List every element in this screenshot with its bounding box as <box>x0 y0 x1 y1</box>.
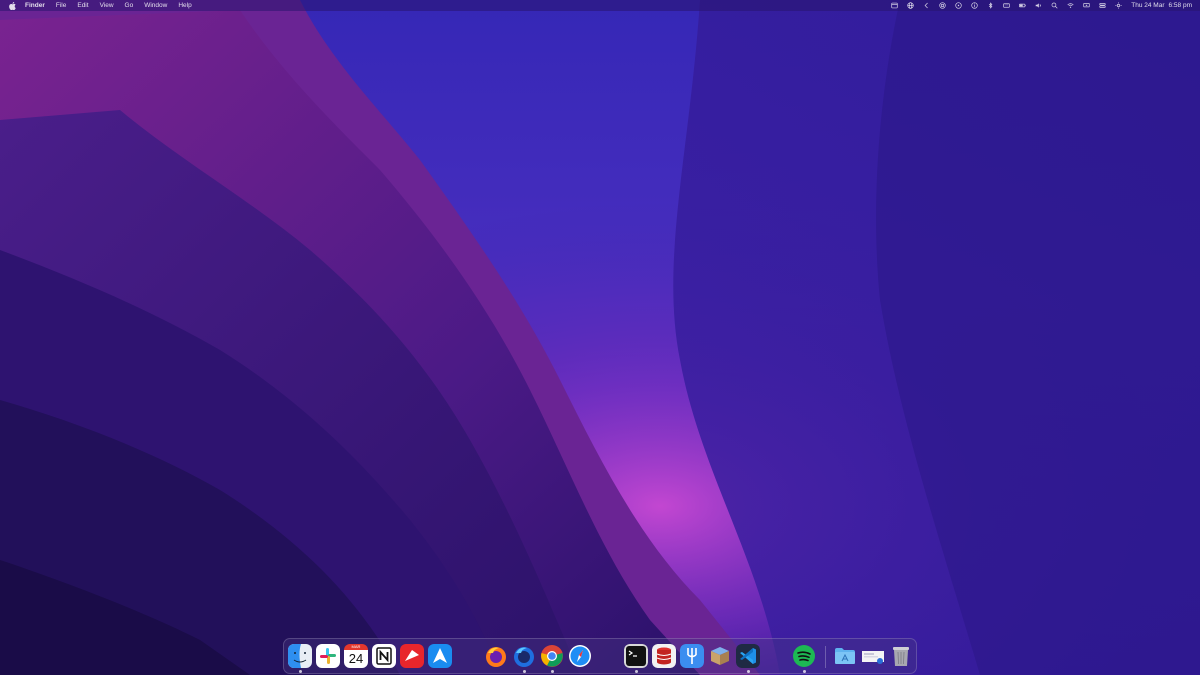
dock-arrow-app-icon[interactable] <box>428 644 452 668</box>
battery-icon[interactable] <box>1019 2 1026 9</box>
menu-clock[interactable]: Thu 24 Mar 6:58 pm <box>1131 2 1192 9</box>
dock-trash-icon[interactable] <box>889 644 913 668</box>
dock-running-indicator <box>635 670 638 673</box>
clock-time: 6:58 pm <box>1168 2 1193 9</box>
dock-terminal-icon[interactable] <box>624 644 648 668</box>
circle-dot-icon[interactable] <box>955 2 962 9</box>
dock-archive-utility-icon[interactable] <box>708 644 732 668</box>
dock-running-indicator <box>551 670 554 673</box>
dock-running-indicator <box>803 670 806 673</box>
dock-notion-icon[interactable] <box>372 644 396 668</box>
info-icon[interactable] <box>971 2 978 9</box>
keyboard-icon[interactable] <box>1003 2 1011 9</box>
display-icon[interactable] <box>1083 2 1090 9</box>
dock-vscode-icon[interactable] <box>736 644 760 668</box>
brightness-icon[interactable] <box>1115 2 1122 9</box>
dock-applications-folder-icon[interactable] <box>833 644 857 668</box>
bluetooth-icon[interactable] <box>987 2 994 9</box>
dock-calendar-icon[interactable]: MAR 24 <box>344 644 368 668</box>
volume-icon[interactable] <box>1035 2 1042 9</box>
menu-window[interactable]: Window <box>144 2 167 9</box>
chevron-left-icon[interactable] <box>923 2 930 9</box>
menu-edit[interactable]: Edit <box>77 2 88 9</box>
globe-icon[interactable] <box>907 2 914 9</box>
menu-view[interactable]: View <box>100 2 114 9</box>
menu-go[interactable]: Go <box>125 2 134 9</box>
target-icon[interactable] <box>939 2 946 9</box>
clock-date: Thu 24 Mar <box>1131 2 1165 9</box>
search-icon[interactable] <box>1051 2 1058 9</box>
dock-database-app-icon[interactable] <box>652 644 676 668</box>
apple-menu-icon[interactable] <box>9 1 16 10</box>
dock-chrome-icon[interactable] <box>540 644 564 668</box>
desktop-wallpaper <box>0 0 1200 675</box>
wifi-icon[interactable] <box>1067 2 1074 9</box>
dock-safari-icon[interactable] <box>568 644 592 668</box>
dock: MAR 24 <box>283 638 917 674</box>
dock-finder-icon[interactable] <box>288 644 312 668</box>
dock-fork-icon[interactable] <box>680 644 704 668</box>
calendar-day: 24 <box>344 650 368 668</box>
menu-file[interactable]: File <box>56 2 66 9</box>
menu-bar: Finder File Edit View Go Window Help Thu… <box>0 0 1200 11</box>
dock-running-indicator <box>299 670 302 673</box>
dock-firefox-developer-icon[interactable] <box>512 644 536 668</box>
dock-slack-icon[interactable] <box>316 644 340 668</box>
dock-downloads-stack-icon[interactable] <box>861 644 885 668</box>
calendar-icon[interactable] <box>891 2 898 9</box>
dock-running-indicator <box>523 670 526 673</box>
menu-help[interactable]: Help <box>178 2 191 9</box>
menu-app-name[interactable]: Finder <box>25 2 45 9</box>
dock-spotify-icon[interactable] <box>792 644 816 668</box>
dock-separator <box>825 646 826 668</box>
dock-mail-app-icon[interactable] <box>400 644 424 668</box>
dock-firefox-icon[interactable] <box>484 644 508 668</box>
control-center-icon[interactable] <box>1099 2 1106 9</box>
dock-running-indicator <box>747 670 750 673</box>
